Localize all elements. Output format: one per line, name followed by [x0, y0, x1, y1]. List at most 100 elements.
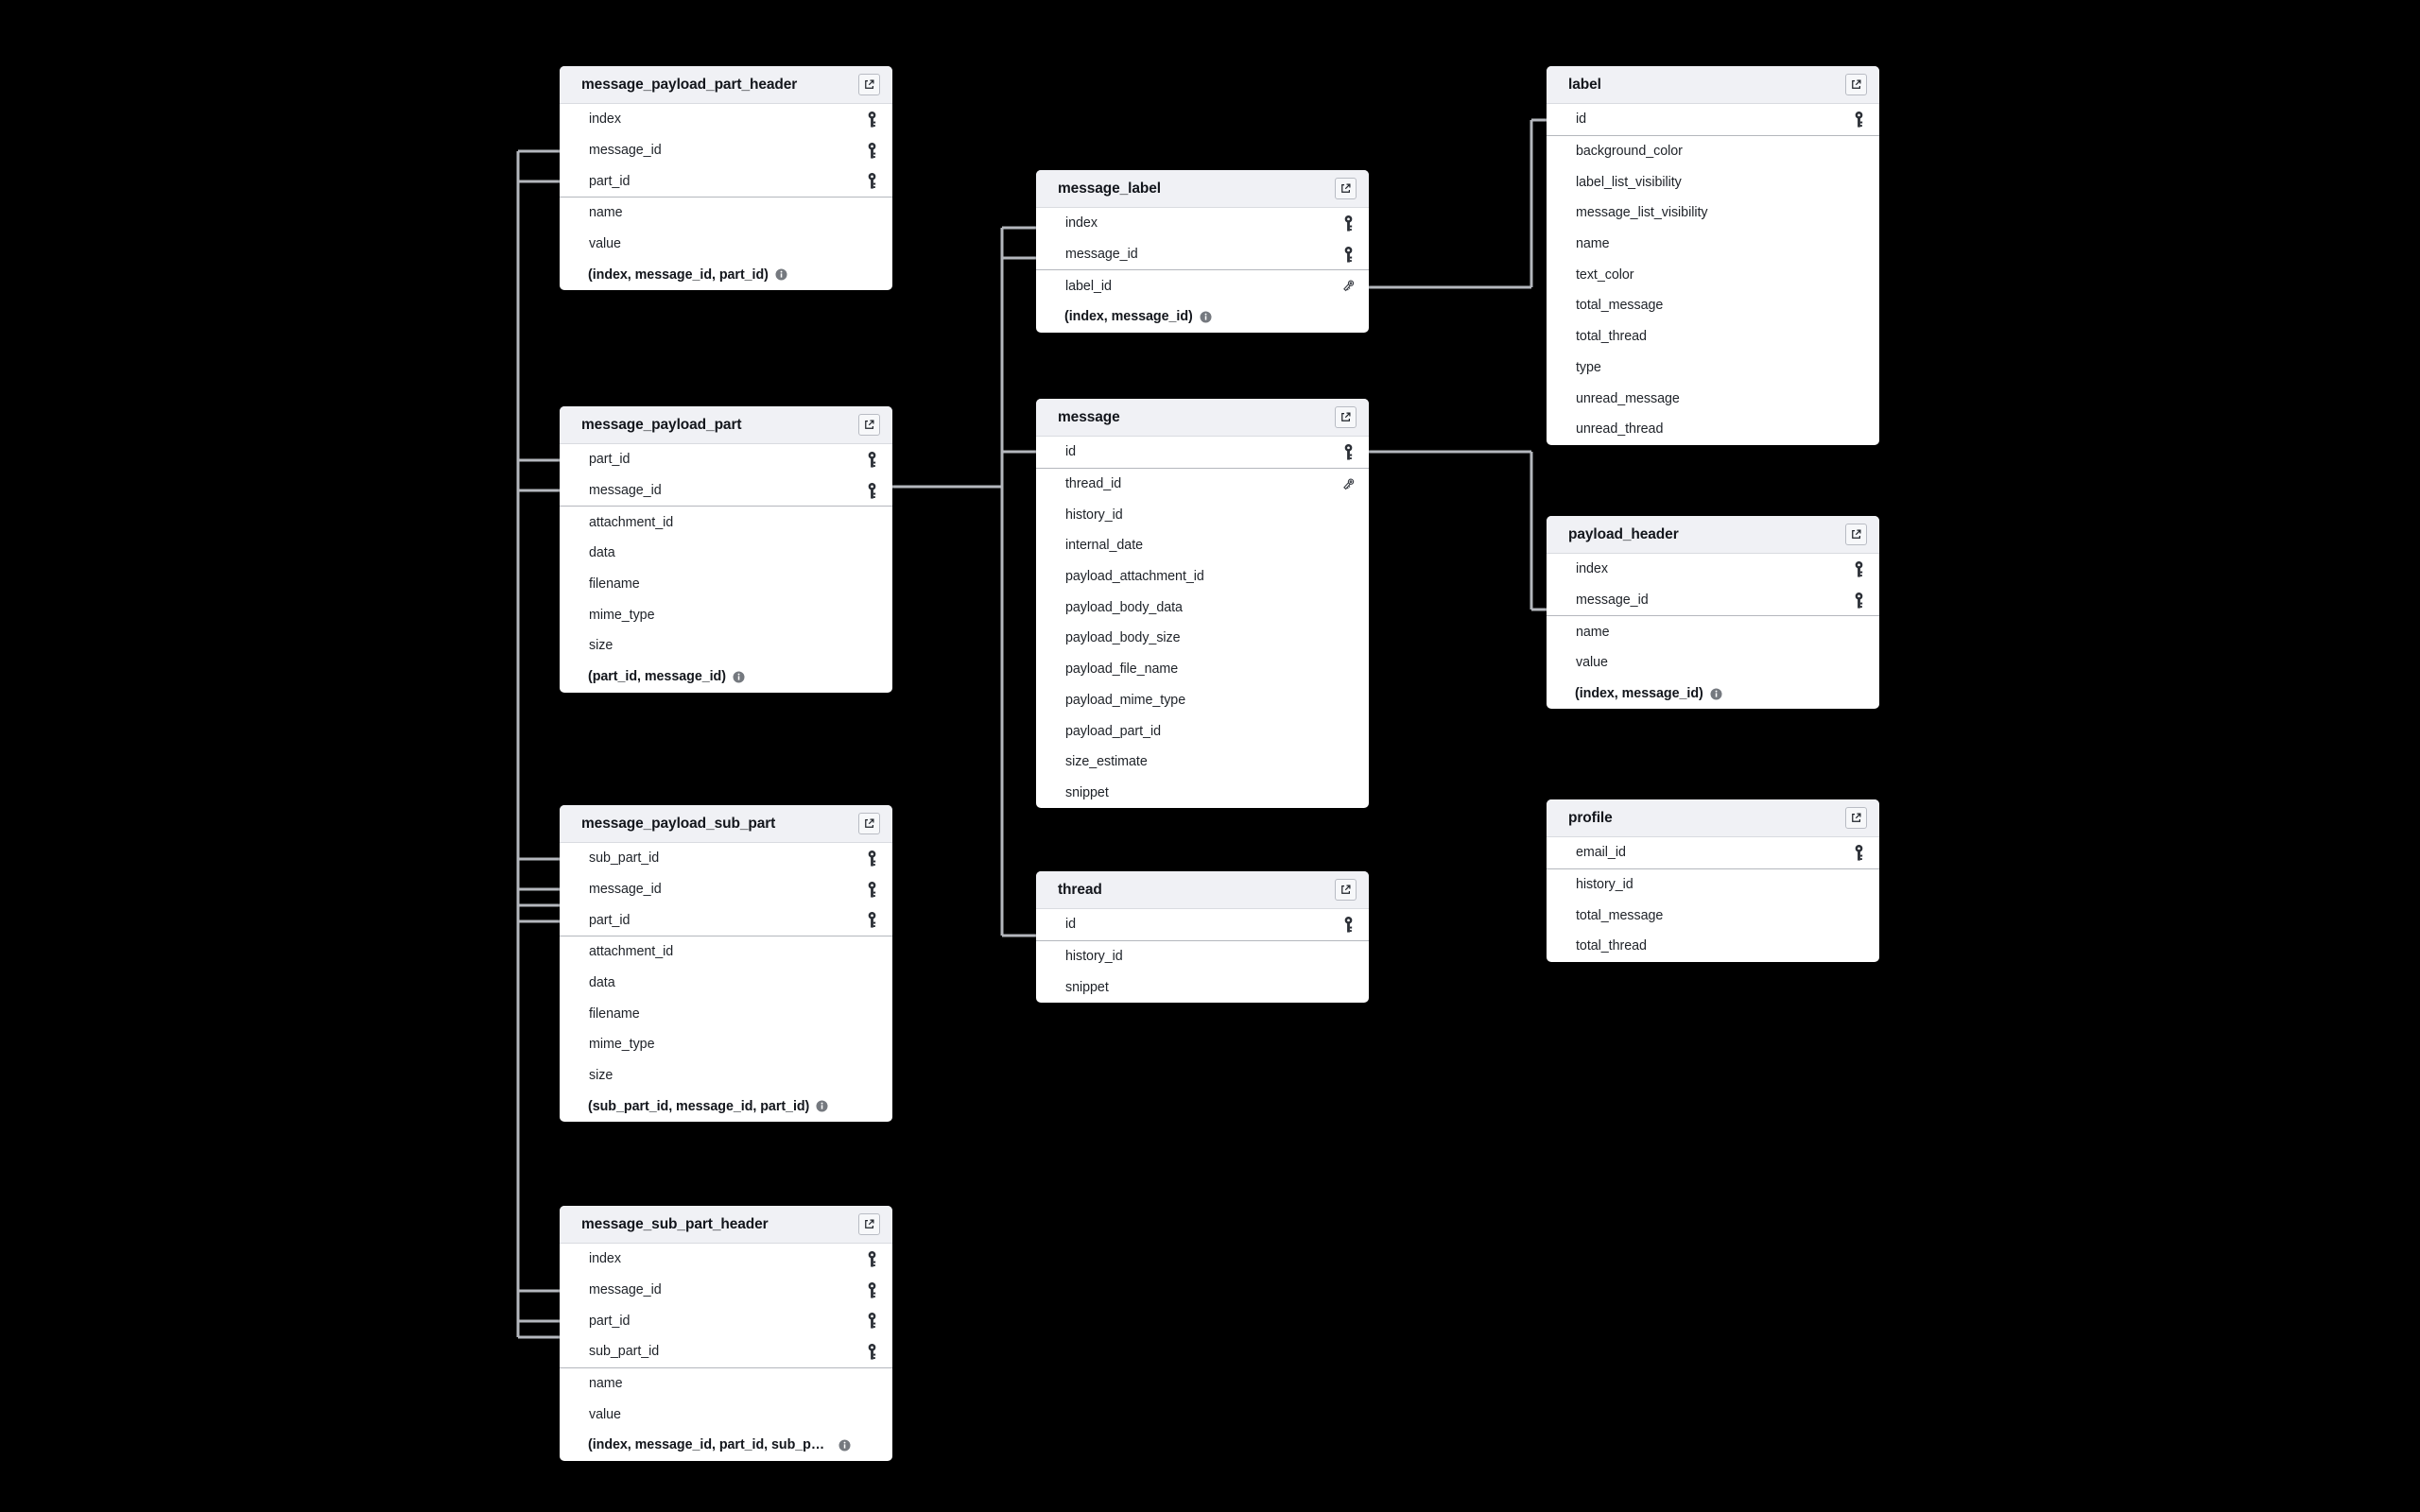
external-link-icon[interactable] — [1845, 74, 1867, 95]
external-link-icon[interactable] — [1335, 879, 1357, 901]
field-row[interactable]: index — [1547, 554, 1879, 585]
field-row[interactable]: unread_message — [1547, 383, 1879, 414]
field-row[interactable]: message_id — [560, 874, 892, 905]
table-header[interactable]: profile — [1547, 799, 1879, 837]
field-row[interactable]: data — [560, 538, 892, 569]
field-row[interactable]: mime_type — [560, 1029, 892, 1060]
field-row[interactable]: name — [560, 198, 892, 229]
field-row[interactable]: index — [560, 104, 892, 135]
info-icon[interactable] — [838, 1439, 851, 1452]
field-row[interactable]: thread_id — [1036, 469, 1369, 500]
field-row[interactable]: message_id — [1547, 585, 1879, 616]
field-row[interactable]: history_id — [1036, 941, 1369, 972]
field-row[interactable]: internal_date — [1036, 530, 1369, 561]
table-header[interactable]: payload_header — [1547, 516, 1879, 554]
table-card[interactable]: message id thread_id history_id internal_dat… — [1036, 399, 1369, 809]
field-row[interactable]: total_message — [1547, 900, 1879, 931]
field-row[interactable]: payload_mime_type — [1036, 685, 1369, 716]
composite-key-row[interactable]: (sub_part_id, message_id, part_id) — [560, 1091, 892, 1123]
field-row[interactable]: message_list_visibility — [1547, 198, 1879, 229]
field-row[interactable]: message_id — [560, 475, 892, 507]
field-row[interactable]: text_color — [1547, 259, 1879, 290]
erd-canvas[interactable]: message_payload_part_header index message_… — [0, 0, 2420, 1512]
composite-key-row[interactable]: (part_id, message_id) — [560, 662, 892, 693]
field-row[interactable]: index — [1036, 208, 1369, 239]
field-row[interactable]: total_thread — [1547, 931, 1879, 962]
field-row[interactable]: id — [1036, 909, 1369, 940]
external-link-icon[interactable] — [1845, 524, 1867, 545]
field-row[interactable]: payload_attachment_id — [1036, 561, 1369, 593]
field-row[interactable]: label_list_visibility — [1547, 166, 1879, 198]
external-link-icon[interactable] — [858, 74, 880, 95]
field-row[interactable]: label_id — [1036, 270, 1369, 301]
info-icon[interactable] — [1710, 688, 1722, 700]
field-row[interactable]: id — [1547, 104, 1879, 135]
field-row[interactable]: size_estimate — [1036, 747, 1369, 778]
external-link-icon[interactable] — [1335, 406, 1357, 428]
field-row[interactable]: filename — [560, 569, 892, 600]
field-row[interactable]: sub_part_id — [560, 843, 892, 874]
external-link-icon[interactable] — [1845, 807, 1867, 829]
table-card[interactable]: message_sub_part_header index message_id pa… — [560, 1206, 892, 1461]
field-row[interactable]: sub_part_id — [560, 1336, 892, 1367]
field-row[interactable]: attachment_id — [560, 936, 892, 968]
table-card[interactable]: message_label index message_id label_id (ind… — [1036, 170, 1369, 333]
table-header[interactable]: message_label — [1036, 170, 1369, 208]
field-row[interactable]: snippet — [1036, 778, 1369, 809]
field-row[interactable]: part_id — [560, 165, 892, 197]
external-link-icon[interactable] — [858, 414, 880, 436]
composite-key-row[interactable]: (index, message_id) — [1547, 679, 1879, 710]
field-row[interactable]: value — [1547, 647, 1879, 679]
field-row[interactable]: id — [1036, 437, 1369, 468]
field-row[interactable]: attachment_id — [560, 507, 892, 538]
info-icon[interactable] — [733, 671, 745, 683]
info-icon[interactable] — [775, 268, 787, 281]
table-card[interactable]: message_payload_part_header index message_… — [560, 66, 892, 291]
field-row[interactable]: name — [1547, 616, 1879, 647]
field-row[interactable]: data — [560, 968, 892, 999]
field-row[interactable]: type — [1547, 352, 1879, 384]
info-icon[interactable] — [816, 1100, 828, 1112]
field-row[interactable]: name — [560, 1368, 892, 1400]
field-row[interactable]: payload_part_id — [1036, 715, 1369, 747]
field-row[interactable]: mime_type — [560, 599, 892, 630]
table-card[interactable]: profile email_id history_id total_message to… — [1547, 799, 1879, 962]
external-link-icon[interactable] — [858, 813, 880, 834]
field-row[interactable]: unread_thread — [1547, 414, 1879, 445]
field-row[interactable]: part_id — [560, 904, 892, 936]
field-row[interactable]: message_id — [1036, 239, 1369, 270]
field-row[interactable]: payload_body_size — [1036, 623, 1369, 654]
external-link-icon[interactable] — [1335, 178, 1357, 199]
table-header[interactable]: message_payload_sub_part — [560, 805, 892, 843]
field-row[interactable]: total_thread — [1547, 321, 1879, 352]
field-row[interactable]: message_id — [560, 1275, 892, 1306]
field-row[interactable]: size — [560, 1060, 892, 1091]
composite-key-row[interactable]: (index, message_id, part_id, sub_part_i… — [560, 1430, 892, 1461]
external-link-icon[interactable] — [858, 1213, 880, 1235]
field-row[interactable]: snippet — [1036, 971, 1369, 1003]
field-row[interactable]: total_message — [1547, 290, 1879, 321]
field-row[interactable]: background_color — [1547, 136, 1879, 167]
table-card[interactable]: message_payload_part part_id message_id att… — [560, 406, 892, 693]
table-card[interactable]: label id background_color label_list_visibi… — [1547, 66, 1879, 445]
info-icon[interactable] — [1200, 311, 1212, 323]
field-row[interactable]: value — [560, 1399, 892, 1430]
field-row[interactable]: index — [560, 1244, 892, 1275]
field-row[interactable]: message_id — [560, 135, 892, 166]
field-row[interactable]: filename — [560, 998, 892, 1029]
composite-key-row[interactable]: (index, message_id) — [1036, 301, 1369, 333]
composite-key-row[interactable]: (index, message_id, part_id) — [560, 259, 892, 290]
field-row[interactable]: part_id — [560, 444, 892, 475]
table-header[interactable]: message — [1036, 399, 1369, 437]
field-row[interactable]: name — [1547, 229, 1879, 260]
field-row[interactable]: size — [560, 630, 892, 662]
table-header[interactable]: message_payload_part_header — [560, 66, 892, 104]
field-row[interactable]: part_id — [560, 1305, 892, 1336]
table-card[interactable]: payload_header index message_id name value (i… — [1547, 516, 1879, 710]
field-row[interactable]: payload_file_name — [1036, 654, 1369, 685]
field-row[interactable]: email_id — [1547, 837, 1879, 868]
table-card[interactable]: message_payload_sub_part sub_part_id messa… — [560, 805, 892, 1123]
table-header[interactable]: label — [1547, 66, 1879, 104]
table-header[interactable]: message_sub_part_header — [560, 1206, 892, 1244]
field-row[interactable]: payload_body_data — [1036, 592, 1369, 623]
